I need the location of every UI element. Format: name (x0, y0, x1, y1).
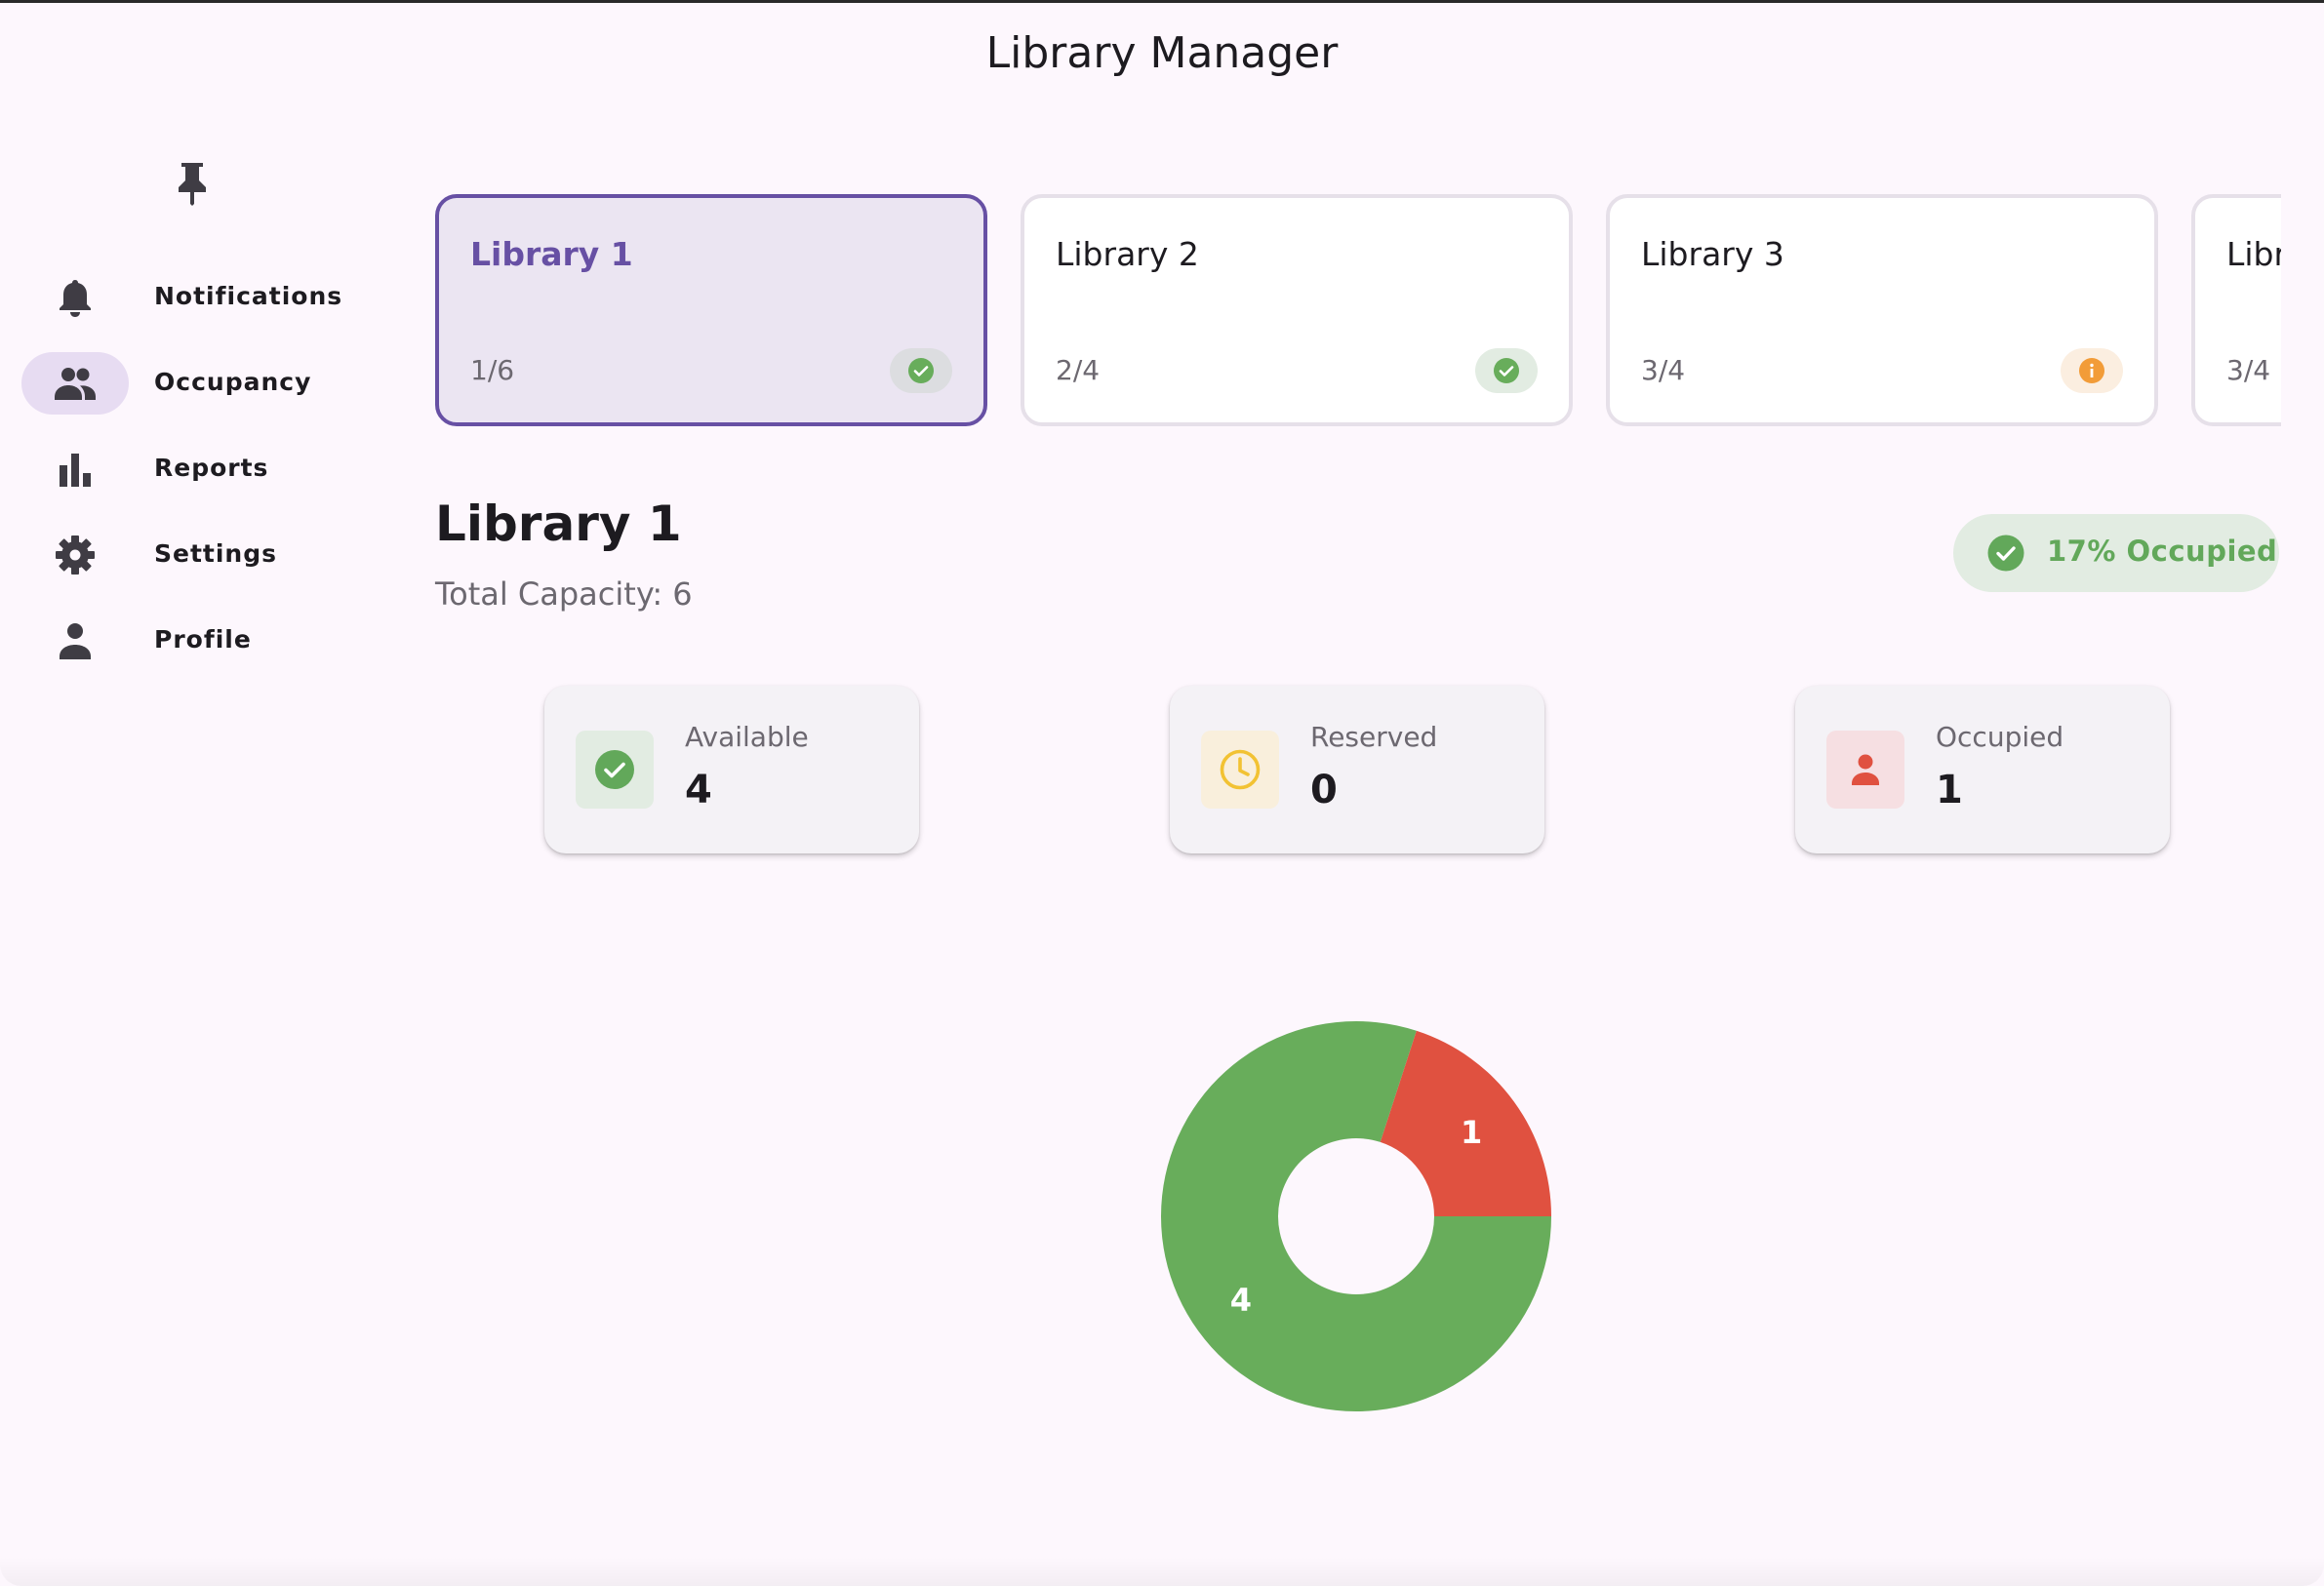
push-pin-icon[interactable] (172, 159, 213, 206)
sidebar-item-occupancy[interactable]: Occupancy (21, 352, 343, 415)
info-circle-icon (2079, 358, 2104, 383)
stat-value: 1 (1936, 768, 1963, 813)
person-icon (54, 621, 97, 660)
sidebar-item-notifications[interactable]: Notifications (21, 266, 343, 329)
app-window: Library Manager Notifications Occupancy (0, 0, 2324, 1586)
stat-icon-box (576, 731, 654, 809)
clock-icon (1220, 749, 1261, 790)
page-title: Library 1 (435, 496, 682, 552)
sidebar-item-settings[interactable]: Settings (21, 524, 343, 586)
library-card-4[interactable]: Library 4 3/4 (2191, 194, 2281, 426)
check-circle-icon (1986, 534, 2025, 573)
library-cards-strip[interactable]: Library 1 1/6 Library 2 2/4 Library 3 3/ (433, 192, 2281, 430)
occupancy-donut-chart: 14 (1161, 1021, 1551, 1411)
stat-label: Available (685, 721, 809, 753)
sidebar-item-label: Settings (154, 539, 278, 568)
total-capacity: Total Capacity: 6 (435, 575, 693, 613)
status-ok-badge (890, 348, 952, 393)
bar-chart-icon (54, 450, 97, 489)
library-card-2[interactable]: Library 2 2/4 (1021, 194, 1573, 426)
sidebar-item-label: Profile (154, 625, 252, 654)
library-count: 1/6 (470, 354, 515, 386)
stat-value: 4 (685, 768, 712, 813)
library-name: Library 4 (2226, 235, 2281, 273)
sidebar-item-label: Occupancy (154, 368, 312, 396)
library-count: 2/4 (1056, 354, 1101, 386)
sidebar-item-reports[interactable]: Reports (21, 438, 343, 500)
library-count: 3/4 (2226, 354, 2271, 386)
library-card-1[interactable]: Library 1 1/6 (435, 194, 987, 426)
stat-label: Occupied (1936, 721, 2064, 753)
person-icon (1852, 754, 1879, 785)
library-count: 3/4 (1641, 354, 1686, 386)
people-icon (54, 364, 97, 403)
sidebar-item-label: Reports (154, 454, 269, 482)
check-circle-icon (908, 358, 934, 383)
slice-label-occupied: 1 (1461, 1114, 1482, 1151)
bottom-shadow (0, 1557, 2324, 1586)
capacity-label: Total Capacity: (435, 575, 663, 613)
library-name: Library 2 (1056, 235, 1199, 273)
stat-icon-box (1201, 731, 1279, 809)
status-ok-badge (1475, 348, 1538, 393)
stat-label: Reserved (1310, 721, 1438, 753)
slice-label-available: 4 (1230, 1282, 1252, 1319)
stat-card-available: Available 4 (544, 686, 919, 853)
occupancy-badge-label: 17% Occupied (2047, 535, 2278, 568)
bell-icon (54, 278, 97, 317)
check-circle-icon (1494, 358, 1519, 383)
stat-icon-box (1826, 731, 1904, 809)
stat-card-occupied: Occupied 1 (1795, 686, 2170, 853)
sidebar-item-profile[interactable]: Profile (21, 610, 343, 672)
app-title: Library Manager (985, 28, 1339, 78)
stat-card-reserved: Reserved 0 (1170, 686, 1544, 853)
library-name: Library 3 (1641, 235, 1784, 273)
capacity-value: 6 (672, 575, 693, 613)
status-warning-badge (2061, 348, 2123, 393)
check-circle-icon (595, 750, 634, 789)
occupancy-badge: 17% Occupied (1953, 514, 2279, 592)
sidebar-item-label: Notifications (154, 282, 343, 310)
library-name: Library 1 (470, 235, 633, 273)
gear-icon (54, 535, 97, 575)
library-card-3[interactable]: Library 3 3/4 (1606, 194, 2158, 426)
stat-value: 0 (1310, 768, 1338, 813)
